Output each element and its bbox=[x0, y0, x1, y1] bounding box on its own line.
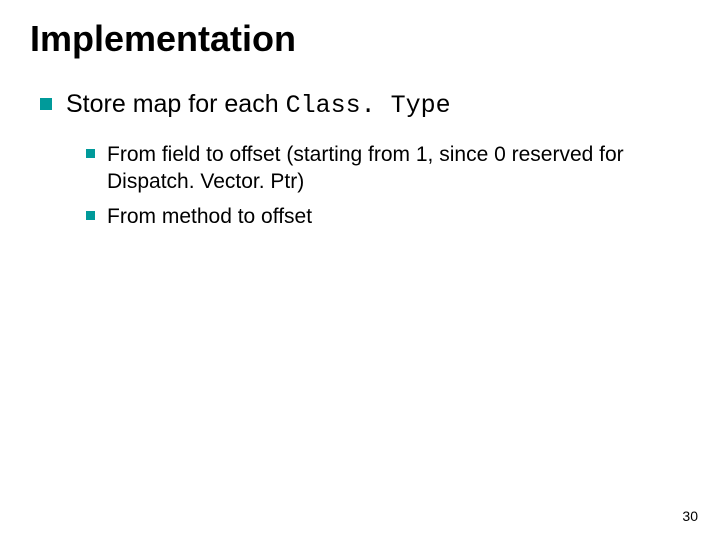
bullet-level2: From field to offset (starting from 1, s… bbox=[86, 141, 700, 196]
square-bullet-icon bbox=[86, 211, 95, 220]
bullet1-text: Store map for each Class. Type bbox=[66, 88, 451, 123]
bullet1-prefix: Store map for each bbox=[66, 90, 286, 118]
slide-title: Implementation bbox=[30, 18, 700, 60]
bullet-level1: Store map for each Class. Type bbox=[40, 88, 700, 123]
bullet2-text: From field to offset (starting from 1, s… bbox=[107, 141, 700, 196]
square-bullet-icon bbox=[86, 149, 95, 158]
bullet1-code: Class. Type bbox=[286, 91, 451, 120]
square-bullet-icon bbox=[40, 98, 52, 110]
slide: Implementation Store map for each Class.… bbox=[0, 0, 720, 540]
bullet3-text: From method to offset bbox=[107, 203, 312, 230]
page-number: 30 bbox=[682, 508, 698, 524]
bullet-level2: From method to offset bbox=[86, 203, 700, 230]
